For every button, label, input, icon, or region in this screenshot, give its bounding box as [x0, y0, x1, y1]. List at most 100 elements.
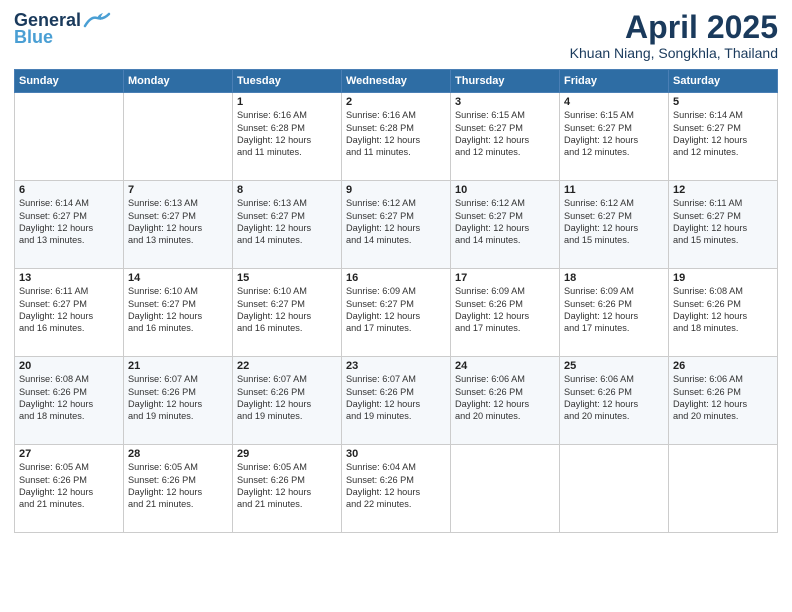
day-info-line: and 21 minutes.	[19, 498, 119, 510]
calendar-cell	[451, 445, 560, 533]
day-info-line: Sunset: 6:26 PM	[19, 386, 119, 398]
day-info-line: Sunset: 6:28 PM	[346, 122, 446, 134]
day-info-line: and 16 minutes.	[19, 322, 119, 334]
day-number: 8	[237, 184, 337, 196]
col-thursday: Thursday	[451, 70, 560, 93]
day-info-line: and 19 minutes.	[346, 410, 446, 422]
day-info-line: Daylight: 12 hours	[237, 222, 337, 234]
day-info-line: and 21 minutes.	[128, 498, 228, 510]
day-info-line: Sunset: 6:27 PM	[455, 122, 555, 134]
day-number: 27	[19, 448, 119, 460]
day-info-line: Sunrise: 6:12 AM	[346, 197, 446, 209]
day-info-line: Sunset: 6:27 PM	[564, 122, 664, 134]
day-number: 9	[346, 184, 446, 196]
page: General Blue April 2025 Khuan Niang, Son…	[0, 0, 792, 612]
day-info-line: Sunrise: 6:12 AM	[455, 197, 555, 209]
day-info-line: Sunrise: 6:06 AM	[673, 373, 773, 385]
day-info-line: Sunset: 6:26 PM	[128, 386, 228, 398]
day-number: 19	[673, 272, 773, 284]
calendar-week-4: 20Sunrise: 6:08 AMSunset: 6:26 PMDayligh…	[15, 357, 778, 445]
day-number: 16	[346, 272, 446, 284]
day-info-line: and 11 minutes.	[237, 146, 337, 158]
calendar-cell: 11Sunrise: 6:12 AMSunset: 6:27 PMDayligh…	[560, 181, 669, 269]
day-info: Sunrise: 6:14 AMSunset: 6:27 PMDaylight:…	[673, 109, 773, 159]
day-info-line: Sunrise: 6:07 AM	[128, 373, 228, 385]
calendar-cell: 8Sunrise: 6:13 AMSunset: 6:27 PMDaylight…	[233, 181, 342, 269]
day-info-line: Daylight: 12 hours	[346, 134, 446, 146]
calendar-cell: 2Sunrise: 6:16 AMSunset: 6:28 PMDaylight…	[342, 93, 451, 181]
day-info-line: Daylight: 12 hours	[128, 310, 228, 322]
day-info: Sunrise: 6:05 AMSunset: 6:26 PMDaylight:…	[237, 461, 337, 511]
day-info-line: and 14 minutes.	[237, 234, 337, 246]
calendar-cell: 18Sunrise: 6:09 AMSunset: 6:26 PMDayligh…	[560, 269, 669, 357]
day-info-line: Daylight: 12 hours	[19, 222, 119, 234]
day-info-line: Sunset: 6:28 PM	[237, 122, 337, 134]
day-info: Sunrise: 6:05 AMSunset: 6:26 PMDaylight:…	[19, 461, 119, 511]
calendar-week-3: 13Sunrise: 6:11 AMSunset: 6:27 PMDayligh…	[15, 269, 778, 357]
day-info-line: Daylight: 12 hours	[128, 486, 228, 498]
day-info-line: Sunrise: 6:09 AM	[346, 285, 446, 297]
calendar-week-1: 1Sunrise: 6:16 AMSunset: 6:28 PMDaylight…	[15, 93, 778, 181]
day-number: 23	[346, 360, 446, 372]
calendar-cell: 30Sunrise: 6:04 AMSunset: 6:26 PMDayligh…	[342, 445, 451, 533]
day-info-line: Daylight: 12 hours	[564, 222, 664, 234]
day-number: 7	[128, 184, 228, 196]
day-info-line: and 13 minutes.	[19, 234, 119, 246]
day-number: 12	[673, 184, 773, 196]
calendar-cell: 14Sunrise: 6:10 AMSunset: 6:27 PMDayligh…	[124, 269, 233, 357]
day-number: 10	[455, 184, 555, 196]
col-monday: Monday	[124, 70, 233, 93]
day-info-line: and 11 minutes.	[346, 146, 446, 158]
day-info-line: Daylight: 12 hours	[128, 222, 228, 234]
calendar-cell: 19Sunrise: 6:08 AMSunset: 6:26 PMDayligh…	[669, 269, 778, 357]
header: General Blue April 2025 Khuan Niang, Son…	[14, 10, 778, 61]
title-section: April 2025 Khuan Niang, Songkhla, Thaila…	[570, 10, 778, 61]
day-info-line: Daylight: 12 hours	[19, 398, 119, 410]
calendar-cell	[560, 445, 669, 533]
day-info-line: Daylight: 12 hours	[564, 398, 664, 410]
col-wednesday: Wednesday	[342, 70, 451, 93]
day-info-line: Daylight: 12 hours	[346, 222, 446, 234]
day-info-line: and 15 minutes.	[673, 234, 773, 246]
col-tuesday: Tuesday	[233, 70, 342, 93]
day-info: Sunrise: 6:06 AMSunset: 6:26 PMDaylight:…	[564, 373, 664, 423]
day-info-line: Sunrise: 6:09 AM	[455, 285, 555, 297]
day-number: 1	[237, 96, 337, 108]
day-info: Sunrise: 6:06 AMSunset: 6:26 PMDaylight:…	[673, 373, 773, 423]
day-info-line: Sunset: 6:27 PM	[564, 210, 664, 222]
day-number: 2	[346, 96, 446, 108]
day-info-line: Daylight: 12 hours	[346, 310, 446, 322]
day-info: Sunrise: 6:07 AMSunset: 6:26 PMDaylight:…	[237, 373, 337, 423]
day-info-line: Daylight: 12 hours	[237, 486, 337, 498]
day-info: Sunrise: 6:16 AMSunset: 6:28 PMDaylight:…	[237, 109, 337, 159]
day-info: Sunrise: 6:11 AMSunset: 6:27 PMDaylight:…	[673, 197, 773, 247]
day-info: Sunrise: 6:10 AMSunset: 6:27 PMDaylight:…	[237, 285, 337, 335]
day-info-line: Sunrise: 6:04 AM	[346, 461, 446, 473]
day-info: Sunrise: 6:11 AMSunset: 6:27 PMDaylight:…	[19, 285, 119, 335]
day-info: Sunrise: 6:07 AMSunset: 6:26 PMDaylight:…	[128, 373, 228, 423]
day-info-line: Sunrise: 6:15 AM	[455, 109, 555, 121]
day-info: Sunrise: 6:06 AMSunset: 6:26 PMDaylight:…	[455, 373, 555, 423]
calendar-cell: 5Sunrise: 6:14 AMSunset: 6:27 PMDaylight…	[669, 93, 778, 181]
day-number: 22	[237, 360, 337, 372]
day-info: Sunrise: 6:09 AMSunset: 6:26 PMDaylight:…	[455, 285, 555, 335]
day-info: Sunrise: 6:12 AMSunset: 6:27 PMDaylight:…	[564, 197, 664, 247]
day-info-line: Sunset: 6:26 PM	[673, 298, 773, 310]
day-info: Sunrise: 6:15 AMSunset: 6:27 PMDaylight:…	[455, 109, 555, 159]
day-info: Sunrise: 6:10 AMSunset: 6:27 PMDaylight:…	[128, 285, 228, 335]
logo-blue: Blue	[14, 27, 53, 48]
day-info-line: and 14 minutes.	[346, 234, 446, 246]
day-info-line: and 13 minutes.	[128, 234, 228, 246]
logo: General Blue	[14, 10, 111, 48]
day-info-line: Sunrise: 6:13 AM	[237, 197, 337, 209]
calendar-cell: 15Sunrise: 6:10 AMSunset: 6:27 PMDayligh…	[233, 269, 342, 357]
calendar-cell	[124, 93, 233, 181]
day-number: 30	[346, 448, 446, 460]
day-info-line: Sunrise: 6:11 AM	[673, 197, 773, 209]
day-info-line: and 17 minutes.	[564, 322, 664, 334]
day-info-line: Daylight: 12 hours	[237, 134, 337, 146]
day-info-line: and 15 minutes.	[564, 234, 664, 246]
day-number: 25	[564, 360, 664, 372]
calendar-cell: 3Sunrise: 6:15 AMSunset: 6:27 PMDaylight…	[451, 93, 560, 181]
day-info-line: Sunset: 6:26 PM	[564, 386, 664, 398]
